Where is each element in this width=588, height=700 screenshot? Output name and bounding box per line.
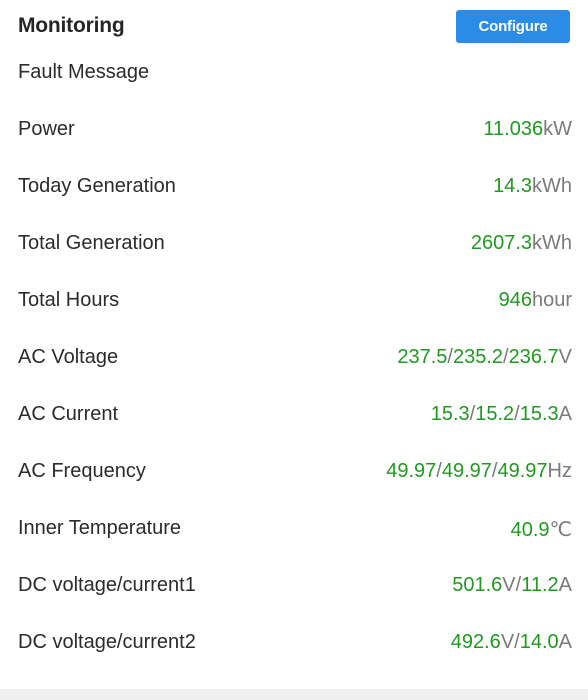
page-title: Monitoring bbox=[18, 14, 125, 37]
metric-number: 235.2 bbox=[452, 346, 504, 368]
metric-label: Inner Temperature bbox=[18, 517, 182, 539]
metric-unit: A bbox=[558, 631, 572, 653]
metric-value: 492.6V/14.0A bbox=[451, 631, 572, 654]
metric-number: 15.2 bbox=[475, 403, 515, 425]
metric-number: 15.3 bbox=[519, 403, 559, 425]
metric-row: Inner Temperature 40.9℃ bbox=[0, 501, 588, 558]
metric-number: 49.97 bbox=[386, 460, 437, 482]
metric-row: DC voltage/current2 492.6V/14.0A bbox=[0, 615, 588, 672]
metric-number: 49.97 bbox=[441, 460, 492, 482]
metric-label: Total Generation bbox=[18, 232, 165, 254]
metric-number: 40.9 bbox=[510, 519, 550, 541]
metric-unit: V bbox=[558, 346, 572, 368]
metric-unit: A bbox=[558, 403, 572, 425]
metric-label: DC voltage/current2 bbox=[18, 631, 196, 653]
metric-number: 501.6 bbox=[452, 574, 503, 596]
metric-label: Power bbox=[18, 118, 75, 140]
metric-label: DC voltage/current1 bbox=[18, 574, 196, 596]
metric-label: Total Hours bbox=[18, 289, 120, 311]
configure-button[interactable]: Configure bbox=[456, 10, 570, 43]
monitoring-header: Monitoring Configure bbox=[0, 0, 588, 52]
metric-row: DC voltage/current1 501.6V/11.2A bbox=[0, 558, 588, 615]
metric-number: 946 bbox=[498, 289, 532, 311]
metric-row: AC Frequency 49.97/49.97/49.97Hz bbox=[0, 444, 588, 501]
metric-unit: V/ bbox=[502, 574, 522, 596]
metric-label: Today Generation bbox=[18, 175, 176, 197]
metric-row: AC Current 15.3/15.2/15.3A bbox=[0, 387, 588, 444]
metric-label: AC Frequency bbox=[18, 460, 146, 482]
metric-value: 946hour bbox=[499, 289, 572, 312]
metric-row: Today Generation 14.3kWh bbox=[0, 159, 588, 216]
metric-unit: kWh bbox=[532, 232, 572, 254]
metric-value: 49.97/49.97/49.97Hz bbox=[386, 460, 572, 483]
metric-unit: Hz bbox=[547, 460, 572, 482]
fault-message-label: Fault Message bbox=[18, 61, 150, 83]
metric-number: 11.036 bbox=[483, 118, 544, 140]
metric-number: 49.97 bbox=[497, 460, 548, 482]
metric-row: Power 11.036kW bbox=[0, 102, 588, 159]
metric-number: 2607.3 bbox=[470, 232, 532, 254]
metric-unit: hour bbox=[531, 289, 572, 311]
metric-value: 501.6V/11.2A bbox=[452, 574, 572, 597]
metric-number: 11.2 bbox=[521, 574, 559, 596]
metric-unit: ℃ bbox=[549, 519, 572, 541]
metric-label: AC Voltage bbox=[18, 346, 119, 368]
metric-number: 14.3 bbox=[493, 175, 532, 197]
metric-row: AC Voltage 237.5/235.2/236.7V bbox=[0, 330, 588, 387]
metric-number: 237.5 bbox=[397, 346, 448, 368]
metric-number: 492.6 bbox=[450, 631, 501, 653]
metric-unit: kW bbox=[543, 118, 572, 140]
metric-value: 15.3/15.2/15.3A bbox=[431, 403, 572, 426]
metric-unit: kWh bbox=[532, 175, 572, 197]
metrics-list: Power 11.036kW Today Generation 14.3kWh Tota… bbox=[0, 102, 588, 672]
metric-unit: A bbox=[558, 574, 572, 596]
metric-value: 2607.3kWh bbox=[471, 232, 572, 255]
footer-divider bbox=[0, 689, 588, 700]
metric-number: 15.3 bbox=[430, 403, 470, 425]
metric-value: 237.5/235.2/236.7V bbox=[397, 346, 572, 369]
metric-label: AC Current bbox=[18, 403, 119, 425]
metric-row: Total Generation 2607.3kWh bbox=[0, 216, 588, 273]
metric-number: 236.7 bbox=[508, 346, 559, 368]
metric-value: 11.036kW bbox=[483, 118, 572, 141]
metric-value: 40.9℃ bbox=[511, 517, 572, 542]
metric-value: 14.3kWh bbox=[493, 175, 572, 198]
metric-number: 14.0 bbox=[519, 631, 559, 653]
metric-row: Total Hours 946hour bbox=[0, 273, 588, 330]
metric-unit: V/ bbox=[500, 631, 520, 653]
